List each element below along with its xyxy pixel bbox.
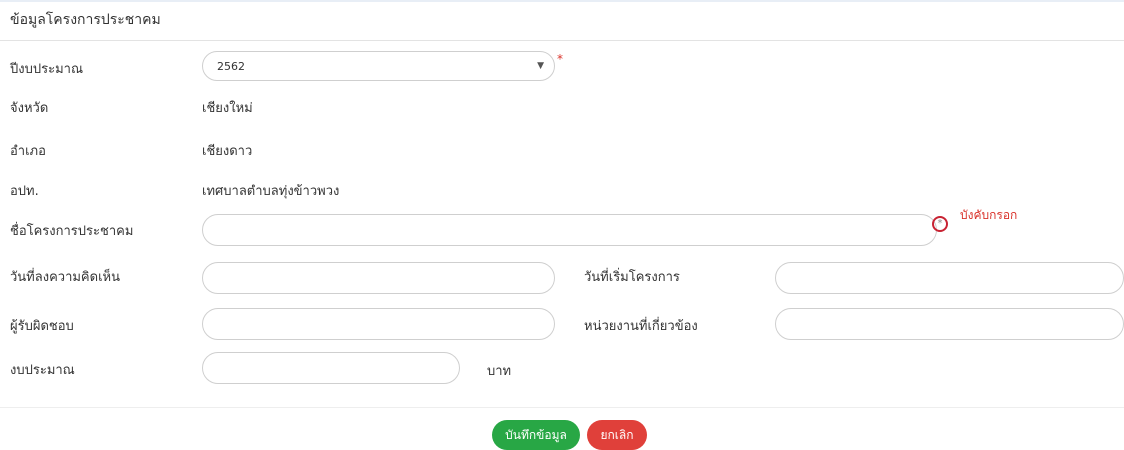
budget-unit: บาท [487, 364, 512, 379]
project-name-input[interactable] [202, 214, 937, 246]
project-name-label: ชื่อโครงการประชาคม [10, 224, 134, 239]
comment-date-input[interactable] [202, 262, 555, 294]
province-label: จังหวัด [10, 101, 49, 116]
district-label: อำเภอ [10, 144, 46, 159]
section-title: ข้อมูลโครงการประชาคม [10, 12, 161, 28]
required-circle-icon: * [932, 216, 948, 232]
chevron-down-icon: ▼ [537, 61, 544, 71]
start-date-input[interactable] [775, 262, 1124, 294]
responsible-label: ผู้รับผิดชอบ [10, 319, 74, 334]
local-org-label: อปท. [10, 184, 39, 199]
fiscal-year-select[interactable]: 2562 ▼ [202, 51, 555, 81]
local-org-value: เทศบาลตำบลทุ่งข้าวพวง [202, 184, 340, 199]
province-value: เชียงใหม่ [202, 101, 253, 116]
budget-label: งบประมาณ [10, 363, 75, 378]
start-date-label: วันที่เริ่มโครงการ [584, 270, 680, 285]
fiscal-year-label: ปีงบประมาณ [10, 62, 83, 77]
required-note: บังคับกรอก [960, 208, 1018, 222]
related-agency-label: หน่วยงานที่เกี่ยวข้อง [584, 319, 698, 334]
footer-divider [0, 407, 1124, 408]
related-agency-input[interactable] [775, 308, 1124, 340]
district-value: เชียงดาว [202, 144, 253, 159]
fiscal-year-required-star: * [557, 52, 563, 66]
fiscal-year-value: 2562 [217, 60, 245, 73]
comment-date-label: วันที่ลงความคิดเห็น [10, 270, 120, 285]
budget-input[interactable] [202, 352, 460, 384]
section-header: ข้อมูลโครงการประชาคม [0, 2, 1124, 41]
responsible-input[interactable] [202, 308, 555, 340]
